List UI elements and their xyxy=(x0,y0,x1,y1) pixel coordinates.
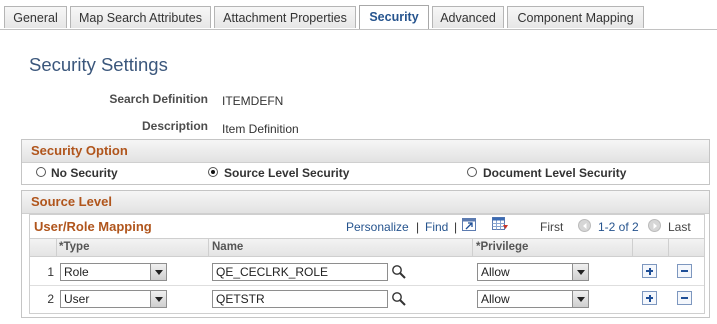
chevron-down-icon xyxy=(572,264,588,280)
row-number: 2 xyxy=(47,292,54,306)
column-header-type[interactable]: *Type xyxy=(59,241,89,253)
previous-arrow-icon[interactable] xyxy=(578,219,591,232)
security-option-header: Security Option xyxy=(22,140,709,163)
source-level-header: Source Level xyxy=(22,191,709,214)
find-link[interactable]: Find xyxy=(425,220,448,234)
source-level-title: Source Level xyxy=(31,194,112,209)
grid-header-row: *Type Name *Privilege xyxy=(30,238,704,257)
type-value: Role xyxy=(64,265,89,279)
privilege-value: Allow xyxy=(481,292,510,306)
privilege-value: Allow xyxy=(481,265,510,279)
type-value: User xyxy=(64,292,90,306)
col-separator xyxy=(472,239,473,256)
search-definition-value: ITEMDEFN xyxy=(222,94,284,108)
type-select[interactable]: Role xyxy=(60,263,167,281)
radio-source-level-security[interactable] xyxy=(208,167,218,177)
privilege-select[interactable]: Allow xyxy=(477,290,589,308)
next-arrow-icon[interactable] xyxy=(648,219,661,232)
tab-attachment-properties[interactable]: Attachment Properties xyxy=(214,6,356,28)
column-header-name[interactable]: Name xyxy=(212,241,243,253)
radio-document-level-security[interactable] xyxy=(467,167,477,177)
magnifier-icon[interactable] xyxy=(391,264,407,280)
tab-underline xyxy=(0,29,717,30)
tab-advanced[interactable]: Advanced xyxy=(432,6,504,28)
radio-selected-dot xyxy=(211,170,215,174)
page-title: Security Settings xyxy=(29,54,168,75)
delete-row-button[interactable] xyxy=(677,291,692,305)
magnifier-icon[interactable] xyxy=(391,291,407,307)
delete-row-button[interactable] xyxy=(677,264,692,278)
row-divider xyxy=(30,285,704,286)
view-all-icon[interactable] xyxy=(462,218,477,232)
row-number: 1 xyxy=(47,265,54,279)
name-input[interactable]: QE_CECLRK_ROLE xyxy=(212,263,388,281)
minus-icon xyxy=(681,297,688,299)
column-header-privilege[interactable]: *Privilege xyxy=(476,241,528,253)
chevron-down-icon xyxy=(150,291,166,307)
name-input[interactable]: QETSTR xyxy=(212,290,388,308)
col-separator xyxy=(668,239,669,256)
description-label: Description xyxy=(141,119,208,133)
add-row-button[interactable] xyxy=(642,291,657,305)
tab-security[interactable]: Security xyxy=(359,5,429,29)
chevron-down-icon xyxy=(572,291,588,307)
tab-component-mapping[interactable]: Component Mapping xyxy=(507,6,644,28)
source-level-security-label: Source Level Security xyxy=(224,166,350,180)
chevron-down-icon xyxy=(150,264,166,280)
minus-icon xyxy=(681,270,688,272)
tab-bar: General Map Search Attributes Attachment… xyxy=(0,0,717,30)
row-range: 1-2 of 2 xyxy=(598,220,639,234)
last-label: Last xyxy=(668,220,691,234)
type-select[interactable]: User xyxy=(60,290,167,308)
grid-title: User/Role Mapping xyxy=(34,219,152,234)
tab-map-search-attributes[interactable]: Map Search Attributes xyxy=(70,6,211,28)
personalize-link[interactable]: Personalize xyxy=(346,220,409,234)
tab-general[interactable]: General xyxy=(4,6,67,28)
document-level-security-label: Document Level Security xyxy=(483,166,627,180)
search-definition-label: Search Definition xyxy=(109,92,208,106)
col-separator xyxy=(632,239,633,256)
plus-icon-vertical xyxy=(648,267,651,275)
first-label: First xyxy=(540,220,564,234)
nav-separator-2: | xyxy=(454,220,458,234)
radio-no-security[interactable] xyxy=(36,167,46,177)
no-security-label: No Security xyxy=(51,166,118,180)
nav-separator: | xyxy=(416,220,420,234)
security-option-title: Security Option xyxy=(31,143,128,158)
privilege-select[interactable]: Allow xyxy=(477,263,589,281)
add-row-button[interactable] xyxy=(642,264,657,278)
plus-icon-vertical xyxy=(648,294,651,302)
col-separator xyxy=(208,239,209,256)
col-separator xyxy=(56,239,57,256)
description-value: Item Definition xyxy=(222,122,299,136)
download-grid-icon[interactable] xyxy=(492,217,509,232)
